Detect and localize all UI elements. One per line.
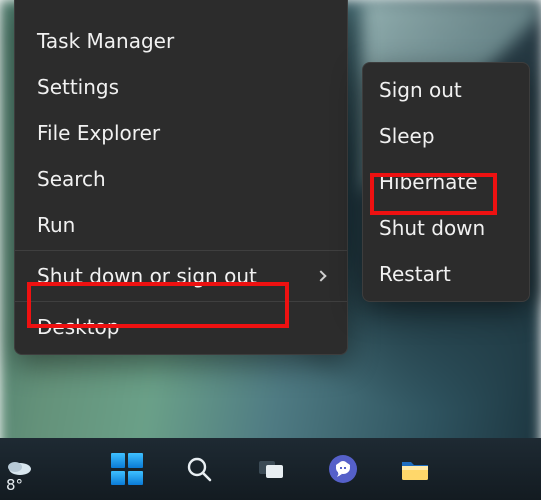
search-icon (184, 454, 214, 484)
taskbar-start-button[interactable] (105, 447, 149, 491)
menu-item-label: Search (37, 167, 106, 191)
start-icon (111, 453, 143, 485)
menu-item-run[interactable]: Run (15, 202, 347, 248)
chevron-right-icon (315, 270, 326, 281)
menu-item-search[interactable]: Search (15, 156, 347, 202)
menu-item-label: Task Manager (37, 29, 174, 53)
winx-context-menu: Task Manager Settings File Explorer Sear… (14, 0, 348, 355)
menu-item-shut-down-or-sign-out[interactable]: Shut down or sign out (15, 253, 347, 299)
menu-item-label: Hibernate (379, 170, 478, 194)
taskbar-file-explorer-button[interactable] (393, 447, 437, 491)
menu-item-file-explorer[interactable]: File Explorer (15, 110, 347, 156)
taskbar-search-button[interactable] (177, 447, 221, 491)
menu-item-label: File Explorer (37, 121, 160, 145)
menu-item-task-manager[interactable]: Task Manager (15, 18, 347, 64)
weather-icon (6, 458, 32, 476)
menu-item-label: Sleep (379, 124, 435, 148)
taskbar-chat-button[interactable] (321, 447, 365, 491)
menu-item-label: Shut down or sign out (37, 264, 257, 288)
menu-item-label: Shut down (379, 216, 485, 240)
taskbar-task-view-button[interactable] (249, 447, 293, 491)
taskbar: 8° (0, 438, 541, 500)
weather-temp: 8° (6, 476, 23, 494)
power-submenu: Sign out Sleep Hibernate Shut down Resta… (362, 62, 530, 302)
weather-widget[interactable]: 8° (6, 458, 32, 494)
submenu-item-sleep[interactable]: Sleep (363, 113, 529, 159)
menu-separator (15, 250, 347, 251)
file-explorer-icon (399, 454, 431, 484)
menu-item-desktop[interactable]: Desktop (15, 304, 347, 350)
menu-item-label: Settings (37, 75, 119, 99)
submenu-item-hibernate[interactable]: Hibernate (363, 159, 529, 205)
menu-item-settings[interactable]: Settings (15, 64, 347, 110)
menu-item-label: Run (37, 213, 75, 237)
submenu-item-sign-out[interactable]: Sign out (363, 67, 529, 113)
menu-item-label: Desktop (37, 315, 119, 339)
menu-item-label: Sign out (379, 78, 462, 102)
menu-item-label: Restart (379, 262, 451, 286)
task-view-icon (256, 454, 286, 484)
submenu-item-shut-down[interactable]: Shut down (363, 205, 529, 251)
submenu-item-restart[interactable]: Restart (363, 251, 529, 297)
chat-icon (327, 453, 359, 485)
menu-separator (15, 301, 347, 302)
